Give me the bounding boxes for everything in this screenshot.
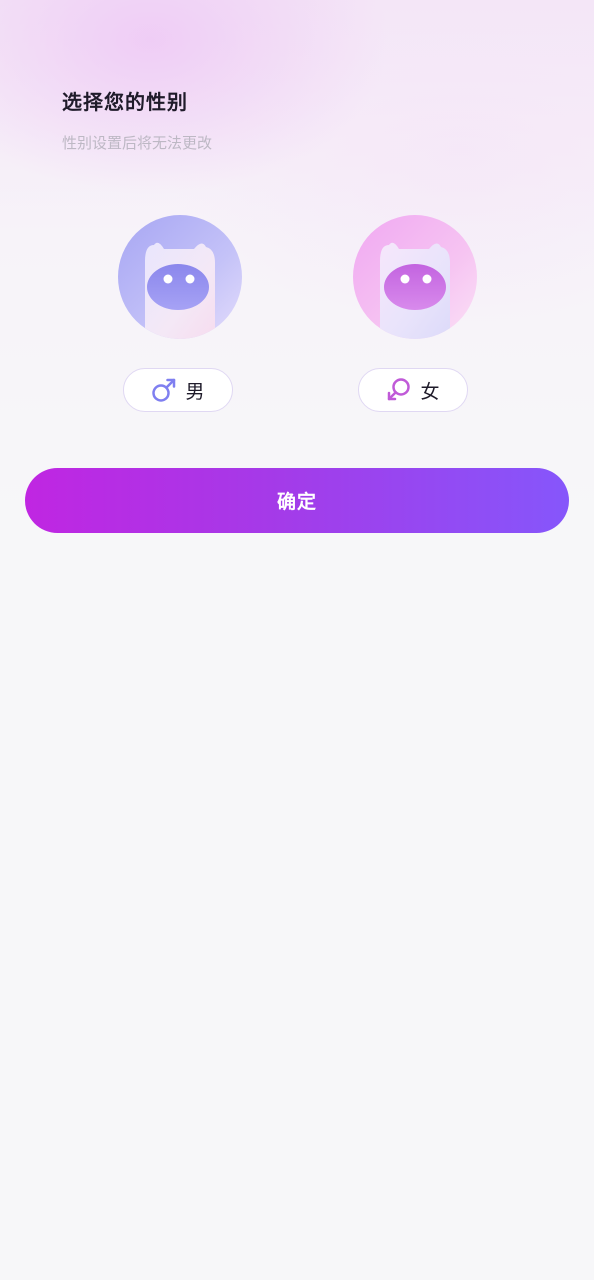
male-button[interactable]: 男 [123,368,233,412]
male-mascot-icon [118,215,242,339]
female-avatar[interactable] [353,215,477,339]
female-label: 女 [420,380,440,403]
header-background [0,0,594,520]
male-label: 男 [185,380,205,403]
female-button[interactable]: 女 [358,368,468,412]
page-title: 选择您的性别 [62,90,188,114]
confirm-button[interactable]: 确定 [25,468,569,533]
gender-option-female[interactable]: 女 [330,215,500,415]
page-subtitle: 性别设置后将无法更改 [62,134,213,152]
female-symbol-icon [386,377,412,403]
female-mascot-icon [353,215,477,339]
male-avatar[interactable] [118,215,242,339]
gender-option-male[interactable]: 男 [95,215,265,415]
male-symbol-icon [151,377,177,403]
